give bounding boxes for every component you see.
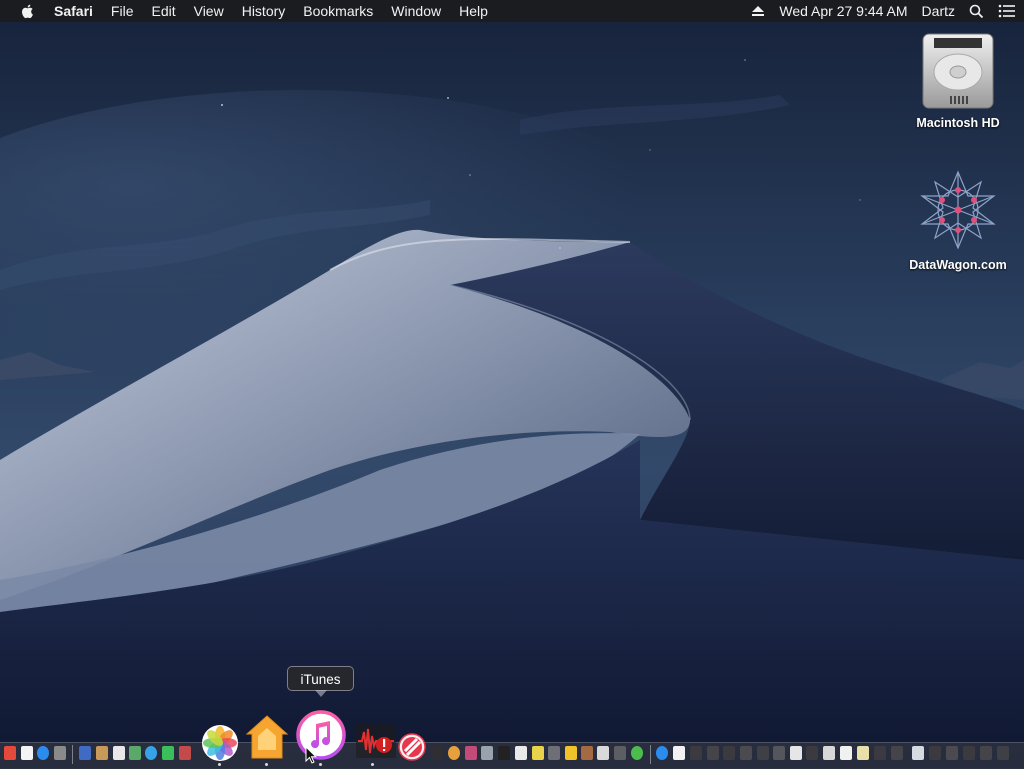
white-doc-icon[interactable] xyxy=(515,746,527,760)
minimized-window-1[interactable] xyxy=(690,746,702,760)
spotlight-search-icon[interactable] xyxy=(969,4,984,19)
document-icon[interactable] xyxy=(79,746,91,760)
minimized-window-10[interactable] xyxy=(840,746,852,760)
pink-app-icon[interactable] xyxy=(465,746,477,760)
desktop-icon-label: Macintosh HD xyxy=(916,116,1000,130)
mojave-dune-wallpaper xyxy=(0,0,1024,768)
minimized-window-9[interactable] xyxy=(823,746,835,760)
minimized-window-3[interactable] xyxy=(723,746,735,760)
system-preferences-icon[interactable] xyxy=(54,746,66,760)
desktop-wallpaper xyxy=(0,0,1024,768)
minimized-window-8[interactable] xyxy=(806,746,818,760)
text-file-icon[interactable] xyxy=(113,746,125,760)
minimized-window-7[interactable] xyxy=(790,746,802,760)
minimized-window-11[interactable] xyxy=(857,746,869,760)
running-indicator xyxy=(265,763,268,766)
minimized-window-13[interactable] xyxy=(891,746,903,760)
menu-file[interactable]: File xyxy=(102,0,143,22)
menu-edit[interactable]: Edit xyxy=(142,0,184,22)
eject-icon[interactable] xyxy=(751,5,765,17)
minimized-window-14[interactable] xyxy=(912,746,924,760)
itunes-icon[interactable] xyxy=(296,710,346,760)
audio-waveform-icon[interactable] xyxy=(356,724,396,758)
app-store-download-icon[interactable] xyxy=(656,746,668,760)
minimized-window-4[interactable] xyxy=(740,746,752,760)
menu-bookmarks[interactable]: Bookmarks xyxy=(294,0,382,22)
preview-icon[interactable] xyxy=(129,746,141,760)
menu-view[interactable]: View xyxy=(185,0,233,22)
fast-user-switch[interactable]: Dartz xyxy=(922,3,955,19)
menu-bar: Safari File Edit View History Bookmarks … xyxy=(0,0,1024,22)
menubar-clock[interactable]: Wed Apr 27 9:44 AM xyxy=(779,3,907,19)
apple-menu-icon[interactable] xyxy=(20,3,36,19)
desktop-icon-datawagon[interactable]: DataWagon.com xyxy=(898,168,1018,272)
minimized-window-15[interactable] xyxy=(929,746,941,760)
running-indicator xyxy=(371,763,374,766)
minimized-window-5[interactable] xyxy=(757,746,769,760)
orange-app-icon[interactable] xyxy=(448,746,460,760)
green-app-icon[interactable] xyxy=(631,746,643,760)
dock-separator xyxy=(72,745,73,764)
photos-icon[interactable] xyxy=(201,724,239,762)
notes-icon[interactable] xyxy=(21,746,33,760)
dock-tooltip: iTunes xyxy=(287,666,354,697)
menu-help[interactable]: Help xyxy=(450,0,497,22)
messages-icon[interactable] xyxy=(162,746,174,760)
news-icon[interactable] xyxy=(398,733,426,761)
notification-center-icon[interactable] xyxy=(998,4,1016,18)
printer-icon[interactable] xyxy=(597,746,609,760)
running-indicator xyxy=(319,763,322,766)
minimized-window-12[interactable] xyxy=(874,746,886,760)
desktop-icon-label: DataWagon.com xyxy=(909,258,1007,272)
app-store-icon[interactable] xyxy=(37,746,49,760)
gray-doc-icon[interactable] xyxy=(481,746,493,760)
pdf-doc-icon[interactable] xyxy=(673,746,685,760)
minimized-window-19[interactable] xyxy=(997,746,1009,760)
menu-window[interactable]: Window xyxy=(382,0,450,22)
minimized-window-17[interactable] xyxy=(963,746,975,760)
running-indicator xyxy=(218,763,221,766)
datawagon-star-icon xyxy=(920,170,996,250)
craft-icon[interactable] xyxy=(581,746,593,760)
terminal-icon[interactable] xyxy=(498,746,510,760)
safari-icon[interactable] xyxy=(145,746,157,760)
app-menu-safari[interactable]: Safari xyxy=(54,0,102,22)
minimized-window-18[interactable] xyxy=(980,746,992,760)
gear-app-icon[interactable] xyxy=(614,746,626,760)
yellow-app-icon[interactable] xyxy=(532,746,544,760)
archive-icon[interactable] xyxy=(96,746,108,760)
calendar-icon[interactable] xyxy=(4,746,16,760)
dock-separator xyxy=(650,745,651,764)
chart-icon[interactable] xyxy=(431,746,443,760)
hard-drive-icon xyxy=(922,33,994,109)
minimized-window-16[interactable] xyxy=(946,746,958,760)
minimized-window-2[interactable] xyxy=(707,746,719,760)
minimized-window-6[interactable] xyxy=(773,746,785,760)
grid-app-icon[interactable] xyxy=(179,746,191,760)
home-icon[interactable] xyxy=(245,714,289,760)
folder-icon[interactable] xyxy=(565,746,577,760)
utility-icon[interactable] xyxy=(548,746,560,760)
mouse-cursor-icon xyxy=(305,746,317,764)
menu-history[interactable]: History xyxy=(233,0,295,22)
desktop-icon-macintosh-hd[interactable]: Macintosh HD xyxy=(898,32,1018,130)
